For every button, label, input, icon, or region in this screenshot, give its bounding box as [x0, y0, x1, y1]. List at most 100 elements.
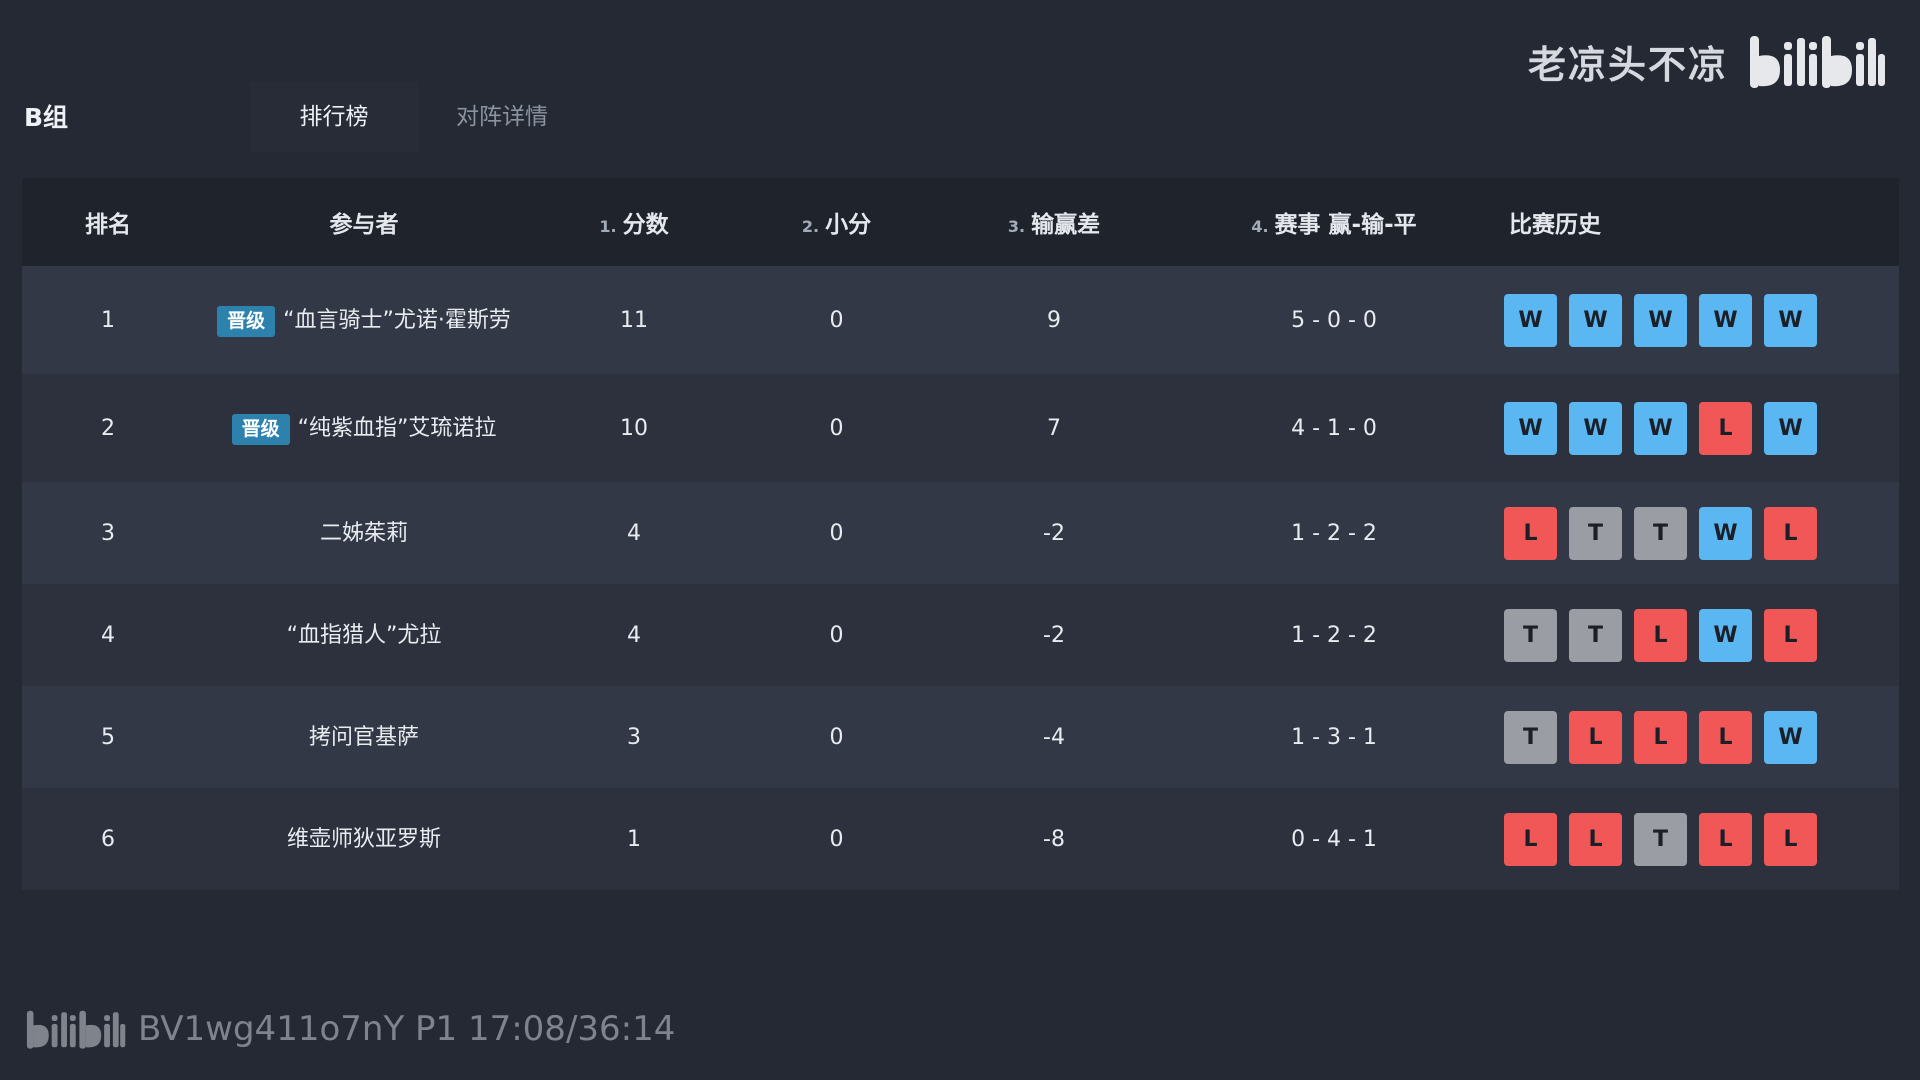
score-cell: 4 — [627, 622, 641, 648]
record-cell: 1 - 2 - 2 — [1291, 520, 1377, 546]
column-record[interactable]: 4. 赛事 赢-输-平 — [1169, 205, 1499, 239]
small-score-cell: 0 — [829, 622, 844, 648]
column-small-index: 2. — [801, 217, 820, 236]
history-chip[interactable]: L — [1504, 812, 1557, 866]
history-chip[interactable]: W — [1699, 506, 1752, 560]
participant-cell: 晋级 “纯紫血指”艾琉诺拉 — [194, 412, 534, 445]
difference-cell: 9 — [1047, 307, 1061, 333]
small-score-cell: 0 — [829, 415, 844, 441]
table-row[interactable]: 5 拷问官基萨 3 0 -4 1 - 3 - 1TLLLW — [22, 686, 1899, 788]
uploader-name: 老凉头不凉 — [1527, 42, 1728, 87]
history-chip[interactable]: W — [1569, 293, 1622, 347]
qualified-badge: 晋级 — [231, 413, 290, 445]
history-chip[interactable]: L — [1569, 812, 1622, 866]
record-cell: 0 - 4 - 1 — [1291, 826, 1377, 852]
tab-bar: 排行榜 对阵详情 — [250, 82, 586, 152]
table-row[interactable]: 1 晋级 “血言骑士”尤诺·霍斯劳 11 0 9 5 - 0 - 0WWWWW — [22, 266, 1899, 374]
participant-wrap: 晋级 “纯紫血指”艾琉诺拉 — [231, 412, 497, 445]
rank-cell: 2 — [101, 415, 115, 441]
history-chip[interactable]: W — [1699, 608, 1752, 662]
bilibili-logo-small — [26, 1010, 126, 1049]
rank-cell: 6 — [101, 826, 115, 852]
history-chip[interactable]: T — [1504, 710, 1557, 764]
participant-name: “纯紫血指”艾琉诺拉 — [297, 415, 497, 441]
match-history: TTLWL — [1499, 608, 1899, 662]
participant-name: 二姊茱莉 — [319, 520, 408, 546]
small-score-cell: 0 — [829, 520, 844, 546]
bilibili-logo — [1750, 36, 1885, 88]
small-score-cell: 0 — [829, 307, 844, 333]
match-history: LLTLL — [1499, 812, 1899, 866]
history-chip[interactable]: L — [1764, 812, 1817, 866]
history-chip[interactable]: W — [1764, 710, 1817, 764]
qualified-badge: 晋级 — [217, 305, 276, 337]
record-cell: 1 - 3 - 1 — [1291, 724, 1377, 750]
history-chip[interactable]: W — [1569, 401, 1622, 455]
history-chip[interactable]: W — [1634, 293, 1687, 347]
tab-match-details[interactable]: 对阵详情 — [418, 82, 586, 152]
difference-cell: -2 — [1043, 520, 1065, 546]
score-cell: 1 — [627, 826, 641, 852]
history-chip[interactable]: W — [1634, 401, 1687, 455]
score-cell: 11 — [620, 307, 648, 333]
rank-cell: 5 — [101, 724, 115, 750]
history-chip[interactable]: T — [1569, 506, 1622, 560]
column-record-label: 赛事 赢-输-平 — [1274, 212, 1417, 238]
video-watermark: BV1wg411o7nY P1 17:08/36:14 — [24, 1005, 675, 1053]
match-history: WWWLW — [1499, 401, 1899, 455]
rank-cell: 4 — [101, 622, 115, 648]
table-body: 1 晋级 “血言骑士”尤诺·霍斯劳 11 0 9 5 - 0 - 0 W W W W W 2 晋级 “纯紫血… — [22, 266, 1899, 890]
rank-cell: 1 — [101, 307, 115, 333]
difference-cell: 7 — [1047, 415, 1061, 441]
column-difference[interactable]: 3. 输赢差 — [939, 205, 1169, 239]
history-chip[interactable]: L — [1634, 608, 1687, 662]
small-score-cell: 0 — [829, 724, 844, 750]
history-chip[interactable]: T — [1504, 608, 1557, 662]
participant-wrap: 晋级 “血言骑士”尤诺·霍斯劳 — [217, 304, 511, 337]
history-chip[interactable]: L — [1634, 710, 1687, 764]
column-score-label: 分数 — [622, 212, 669, 238]
participant-wrap: 拷问官基萨 — [309, 721, 419, 754]
history-chip[interactable]: L — [1699, 710, 1752, 764]
history-chip[interactable]: T — [1634, 812, 1687, 866]
table-row[interactable]: 2 晋级 “纯紫血指”艾琉诺拉 10 0 7 4 - 1 - 0WWWLW — [22, 374, 1899, 482]
column-score-index: 1. — [599, 217, 617, 236]
participant-wrap: 二姊茱莉 — [320, 517, 408, 550]
column-small-score[interactable]: 2. 小分 — [734, 205, 939, 239]
participant-wrap: 维壶师狄亚罗斯 — [287, 823, 441, 856]
participant-cell: 晋级 “血言骑士”尤诺·霍斯劳 — [194, 304, 534, 337]
history-chip[interactable]: W — [1504, 401, 1557, 455]
column-record-index: 4. — [1251, 217, 1269, 236]
history-chip[interactable]: L — [1504, 506, 1557, 560]
tab-standings[interactable]: 排行榜 — [250, 82, 418, 152]
history-chip[interactable]: L — [1569, 710, 1622, 764]
rank-cell: 3 — [101, 520, 115, 546]
column-diff-index: 3. — [1007, 217, 1026, 236]
history-chip[interactable]: W — [1764, 293, 1817, 347]
score-cell: 3 — [627, 724, 641, 750]
history-chip[interactable]: T — [1569, 608, 1622, 662]
history-chip[interactable]: L — [1699, 401, 1752, 455]
history-chip[interactable]: W — [1764, 401, 1817, 455]
table-header: 排名 参与者 1. 分数 2. 小分 3. 输赢差 4. 赛事 赢-输-平 比赛历史 — [22, 178, 1899, 266]
history-chip[interactable]: T — [1634, 506, 1687, 560]
history-chip[interactable]: L — [1699, 812, 1752, 866]
difference-cell: -8 — [1043, 826, 1065, 852]
small-score-cell: 0 — [829, 826, 844, 852]
score-cell: 10 — [620, 415, 648, 441]
history-chip[interactable]: W — [1504, 293, 1557, 347]
history-chip[interactable]: L — [1764, 506, 1817, 560]
table-row[interactable]: 3 二姊茱莉 4 0 -2 1 - 2 - 2LTTWL — [22, 482, 1899, 584]
table-row[interactable]: 4 “血指猎人”尤拉 4 0 -2 1 - 2 - 2TTLWL — [22, 584, 1899, 686]
group-title: B组 — [24, 103, 69, 132]
match-history: WWWWW — [1499, 293, 1899, 347]
column-score[interactable]: 1. 分数 — [534, 205, 734, 239]
participant-name: “血言骑士”尤诺·霍斯劳 — [283, 307, 511, 333]
standings-table: 排名 参与者 1. 分数 2. 小分 3. 输赢差 4. 赛事 赢-输-平 比赛历史 1… — [22, 178, 1899, 890]
history-chip[interactable]: W — [1699, 293, 1752, 347]
column-rank[interactable]: 排名 — [22, 205, 194, 239]
table-row[interactable]: 6 维壶师狄亚罗斯 1 0 -8 0 - 4 - 1LLTLL — [22, 788, 1899, 890]
video-id-timestamp: BV1wg411o7nY P1 17:08/36:14 — [138, 1009, 676, 1049]
history-chip[interactable]: L — [1764, 608, 1817, 662]
column-participant[interactable]: 参与者 — [194, 205, 534, 239]
